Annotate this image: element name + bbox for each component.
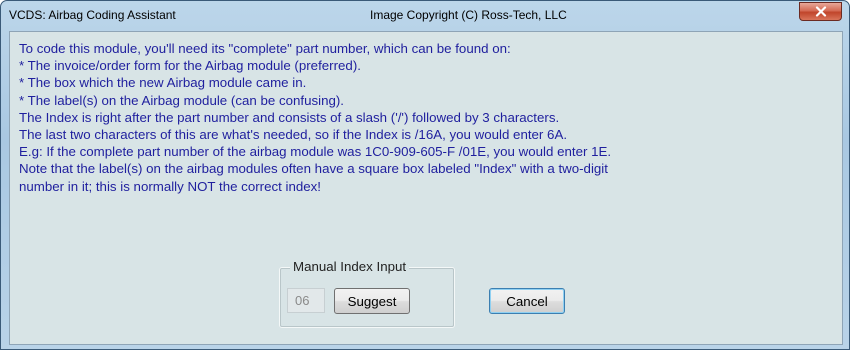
instruction-line: * The invoice/order form for the Airbag … (19, 58, 361, 74)
close-button[interactable] (799, 2, 842, 21)
instructions-text: To code this module, you'll need its "co… (19, 40, 834, 195)
close-icon (815, 6, 826, 17)
cancel-button[interactable]: Cancel (489, 288, 565, 314)
manual-index-label: Manual Index Input (290, 259, 410, 274)
instruction-line: * The box which the new Airbag module ca… (19, 75, 307, 91)
copyright-notice: Image Copyright (C) Ross-Tech, LLC (370, 8, 567, 22)
dialog-client-area: To code this module, you'll need its "co… (9, 31, 843, 345)
title-bar[interactable]: VCDS: Airbag Coding Assistant Image Copy… (1, 1, 849, 29)
instruction-line: The Index is right after the part number… (19, 109, 560, 125)
instruction-line: E.g: If the complete part number of the … (19, 144, 612, 160)
dialog-window: VCDS: Airbag Coding Assistant Image Copy… (0, 0, 850, 350)
manual-index-groupbox: Manual Index Input Suggest (279, 259, 455, 328)
manual-index-input[interactable] (287, 288, 325, 313)
suggest-button[interactable]: Suggest (334, 288, 410, 314)
window-title: VCDS: Airbag Coding Assistant (9, 8, 176, 22)
instruction-line: The last two characters of this are what… (19, 127, 568, 143)
instruction-line: number in it; this is normally NOT the c… (19, 178, 321, 194)
instruction-line: To code this module, you'll need its "co… (19, 41, 511, 56)
instruction-line: * The label(s) on the Airbag module (can… (19, 92, 344, 108)
instruction-line: Note that the label(s) on the airbag mod… (19, 161, 608, 177)
